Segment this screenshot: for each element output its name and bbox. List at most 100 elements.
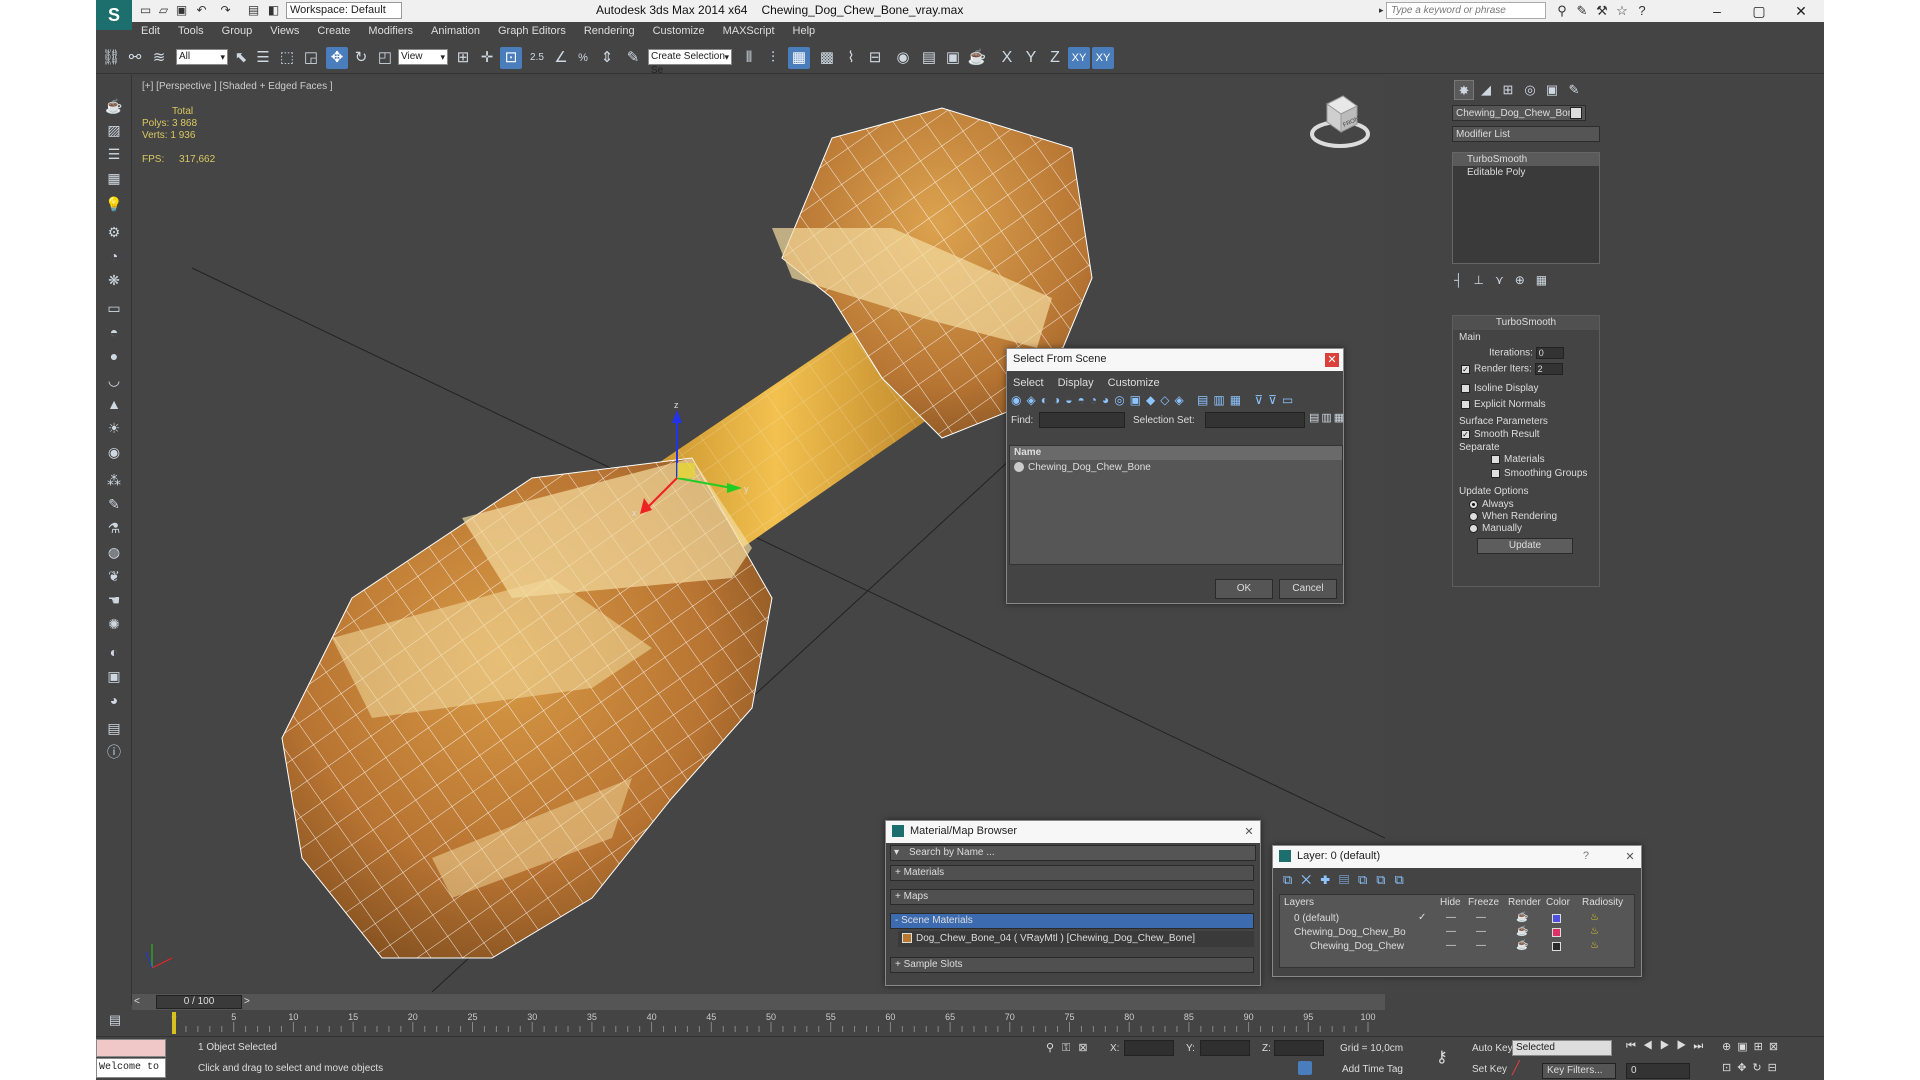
coord-system-dropdown[interactable]: View [398,49,448,65]
table-row[interactable]: Chewing_Dog_Chew — — ☕ ♨ [1280,940,1634,954]
edit-named-sel-icon[interactable]: ✎ [622,47,644,69]
select-by-name-icon[interactable]: ☰ [252,47,274,69]
maps-group[interactable]: + Maps [890,889,1254,905]
selection-set-dropdown[interactable] [1205,412,1305,428]
menu-graph-editors[interactable]: Graph Editors [489,22,575,37]
list-icon[interactable]: ☰ [103,143,125,165]
current-frame-field[interactable]: 0 [1626,1063,1690,1079]
update-button[interactable]: Update [1477,538,1573,554]
utilities-tab-icon[interactable]: ✎ [1564,80,1584,100]
snap-toggle-icon[interactable]: 2.5 [526,47,548,69]
dome-icon[interactable]: ◓ [103,321,125,343]
material-editor-icon[interactable]: ◉ [892,47,914,69]
axis-xy-button[interactable]: XY [1068,47,1090,69]
link-icon[interactable]: ⛓ [100,47,122,69]
layer-dialog-titlebar[interactable]: Layer: 0 (default)? ✕ [1273,846,1641,868]
menu-edit[interactable]: Edit [132,22,169,37]
set-key-button[interactable]: Set Key [1472,1064,1507,1075]
track-bar[interactable]: 0510152025303540455055606570758085909510… [132,1010,1385,1036]
layer-color-swatch[interactable] [1552,914,1561,923]
named-selection-dropdown[interactable]: Create Selection Se [648,49,732,76]
menu-maxscript[interactable]: MAXScript [714,22,784,37]
world-icon[interactable]: ◕ [103,689,125,711]
sun-icon[interactable]: ☀ [103,417,125,439]
smooth-result-checkbox[interactable]: ✓ [1461,429,1470,439]
graphite-tools-icon[interactable]: ▩ [816,47,838,69]
table-row[interactable]: 0 (default) ✓ — — ☕ ♨ [1280,912,1634,926]
set-key-pencil-icon[interactable]: ╱ [1512,1060,1528,1076]
keyboard-shortcut-icon[interactable]: ⊡ [500,47,522,69]
cone-icon[interactable]: ▲ [103,393,125,415]
search-options-icon[interactable]: ▾ [894,847,899,858]
gear-icon[interactable]: ⚙ [103,221,125,243]
materials-checkbox[interactable] [1491,454,1500,464]
window-crossing-icon[interactable]: ◲ [300,47,322,69]
col-layers[interactable]: Layers [1284,897,1314,908]
freeze-toggle[interactable]: — [1476,926,1486,937]
freeze-toggle[interactable]: — [1476,940,1486,951]
z-coordinate-field[interactable] [1274,1040,1324,1056]
object-name-field[interactable]: Chewing_Dog_Chew_Bone [1452,105,1586,121]
select-menu-select[interactable]: Select [1013,377,1044,389]
material-search-input[interactable]: Search by Name ... [890,845,1256,861]
key-icon[interactable]: ⚷ [1436,1047,1456,1067]
hierarchy-icon[interactable]: ⚗ [103,517,125,539]
project-folder-icon[interactable]: ▤ [246,3,261,18]
spinner-snap-icon[interactable]: ⇕ [596,47,618,69]
teapot-icon[interactable]: ☕ [103,95,125,117]
new-file-icon[interactable]: ▭ [138,3,153,18]
y-coordinate-field[interactable] [1200,1040,1250,1056]
scene-materials-group[interactable]: - Scene Materials [890,913,1254,929]
schematic-view-icon[interactable]: ⊟ [864,47,886,69]
axis-x-button[interactable]: X [996,47,1018,69]
menu-customize[interactable]: Customize [644,22,714,37]
motion-tab-icon[interactable]: ◎ [1520,80,1540,100]
render-teapot-icon[interactable]: ☕ [1516,940,1528,951]
manually-radio[interactable] [1469,523,1478,533]
menu-animation[interactable]: Animation [422,22,489,37]
find-input[interactable] [1039,412,1125,428]
stack-item-editable-poly[interactable]: Editable Poly [1453,166,1599,179]
axis-xy-cycle-button[interactable]: XY [1092,47,1114,69]
select-menu-customize[interactable]: Customize [1108,377,1160,389]
freeze-toggle[interactable]: — [1476,912,1486,923]
cancel-button[interactable]: Cancel [1279,579,1337,599]
search-input[interactable]: Type a keyword or phrase [1386,2,1546,19]
maxscript-listener-input[interactable]: Welcome to M [96,1058,166,1078]
communication-icon[interactable]: ⚒ [1594,3,1610,19]
current-layer-check-icon[interactable]: ✓ [1418,912,1426,923]
lightbulb-icon[interactable]: 💡 [103,193,125,215]
align-icon[interactable]: ⫶ [762,47,784,69]
time-slider-thumb[interactable]: 0 / 100 [156,995,242,1009]
selection-set-tools-icons[interactable]: ▤▥▦ [1309,411,1344,429]
auto-key-button[interactable]: Auto Key [1472,1043,1513,1054]
modify-tab-icon[interactable]: ◢ [1476,80,1496,100]
menu-rendering[interactable]: Rendering [575,22,644,37]
curve-editor-icon[interactable]: ⌇ [840,47,862,69]
viewcube[interactable]: FRONT [1305,86,1375,156]
time-slider-next-icon[interactable]: > [244,996,250,1007]
materials-group[interactable]: + Materials [890,865,1254,881]
menu-create[interactable]: Create [308,22,359,37]
render-iters-spinner[interactable]: 2 [1534,363,1563,375]
render-setup-icon[interactable]: ▤ [918,47,940,69]
help-icon[interactable]: ? [1634,3,1650,19]
select-manipulate-icon[interactable]: ✛ [476,47,498,69]
time-slider-prev-icon[interactable]: < [134,996,140,1007]
grid-icon[interactable]: ▦ [103,167,125,189]
time-slider[interactable]: < 0 / 100 > [132,994,1385,1010]
hierarchy-tab-icon[interactable]: ⊞ [1498,80,1518,100]
mirror-icon[interactable]: ⫴ [738,47,760,69]
radiosity-icon[interactable]: ♨ [1590,912,1599,923]
render-teapot-icon[interactable]: ☕ [1516,912,1528,923]
close-icon[interactable]: ✕ [1780,0,1822,22]
camera-icon[interactable]: ▣ [103,665,125,687]
save-icon[interactable]: ▣ [174,3,189,18]
angle-snap-icon[interactable]: ∠ [550,47,572,69]
select-dialog-close-icon[interactable]: ✕ [1325,353,1339,367]
workspace-dropdown[interactable]: Workspace: Default [286,2,402,19]
modifier-list-dropdown[interactable]: Modifier List [1452,126,1600,142]
binoculars-icon[interactable]: ⚲ [1554,3,1570,19]
layer-dialog-close-icon[interactable]: ✕ [1623,850,1637,864]
render-icon[interactable]: ☕ [966,47,988,69]
